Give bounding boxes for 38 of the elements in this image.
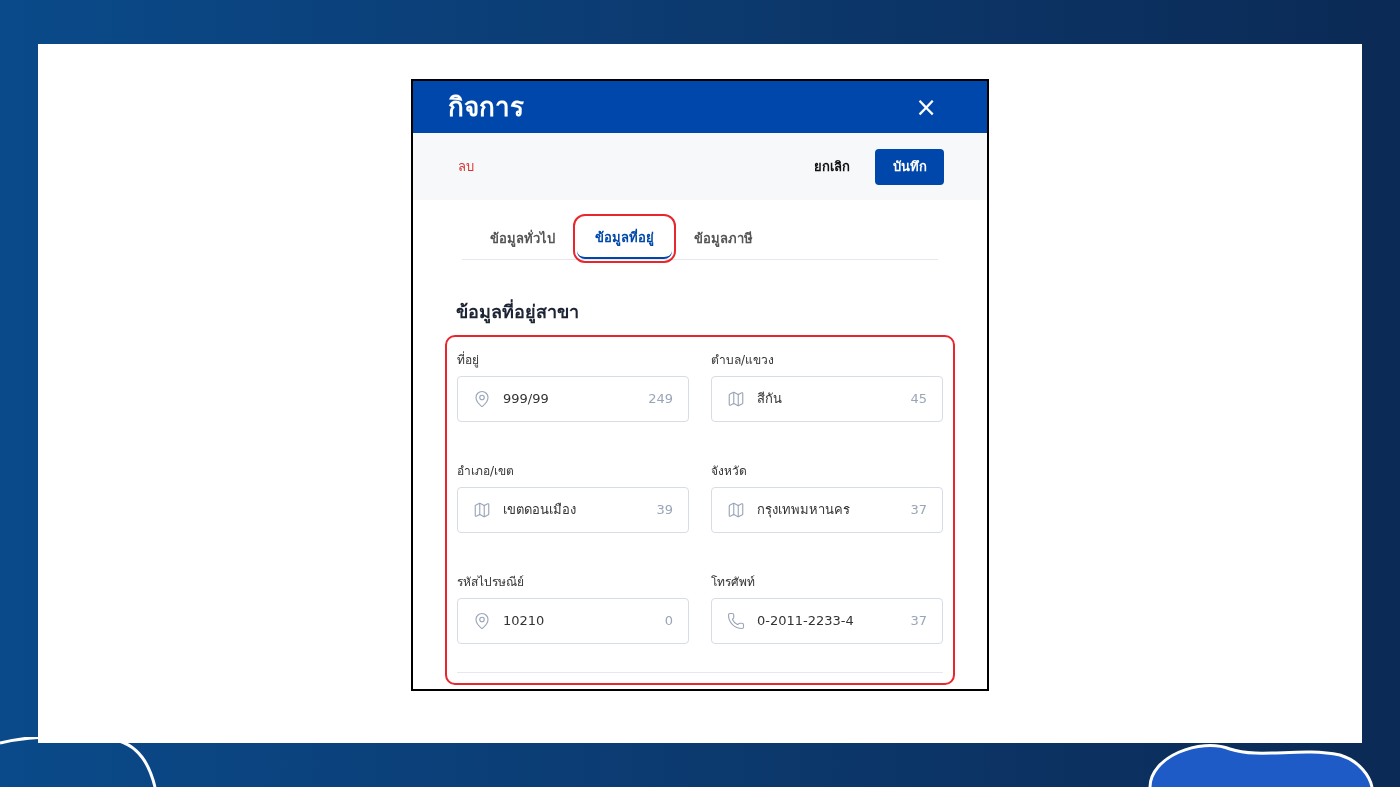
- section-title: ข้อมูลที่อยู่สาขา: [456, 298, 580, 325]
- field-value: 10210: [503, 612, 546, 631]
- field-label: อำเภอ/เขต: [457, 463, 516, 480]
- dialog-title: กิจการ: [448, 90, 524, 124]
- input-field[interactable]: กรุงเทพมหานคร 37: [711, 487, 943, 533]
- phone-icon: [727, 612, 745, 630]
- delete-button[interactable]: ลบ: [458, 156, 474, 177]
- map-pin-icon: [473, 390, 491, 408]
- save-button[interactable]: บันทึก: [875, 148, 944, 185]
- field-value: กรุงเทพมหานคร: [757, 501, 851, 520]
- character-counter: 249: [648, 390, 673, 409]
- map-icon: [727, 390, 745, 408]
- cancel-button[interactable]: ยกเลิก: [814, 156, 850, 177]
- field-value: 999/99: [503, 390, 550, 409]
- input-field[interactable]: เขตดอนเมือง 39: [457, 487, 689, 533]
- character-counter: 39: [656, 501, 673, 520]
- field-label: ตำบล/แขวง: [711, 352, 776, 369]
- close-button[interactable]: ×: [915, 94, 937, 120]
- field-label: ที่อยู่: [457, 351, 480, 369]
- character-counter: 37: [910, 612, 927, 631]
- character-counter: 37: [910, 501, 927, 520]
- field-label: จังหวัด: [711, 463, 748, 480]
- map-pin-icon: [473, 612, 491, 630]
- input-field[interactable]: 999/99 249: [457, 376, 689, 422]
- input-field[interactable]: 0-2011-2233-4 37: [711, 598, 943, 644]
- field-label: โทรศัพท์: [711, 574, 756, 591]
- input-field[interactable]: 10210 0: [457, 598, 689, 644]
- field-label: รหัสไปรษณีย์: [457, 574, 525, 591]
- map-icon: [727, 501, 745, 519]
- input-field[interactable]: สีกัน 45: [711, 376, 943, 422]
- tab[interactable]: ข้อมูลทั่วไป: [472, 218, 573, 259]
- field-value: เขตดอนเมือง: [503, 501, 577, 520]
- tab[interactable]: ข้อมูลภาษี: [676, 218, 771, 259]
- field-value: สีกัน: [757, 390, 783, 409]
- field-value: 0-2011-2233-4: [757, 612, 855, 631]
- character-counter: 0: [664, 612, 673, 631]
- character-counter: 45: [910, 390, 927, 409]
- map-icon: [473, 501, 491, 519]
